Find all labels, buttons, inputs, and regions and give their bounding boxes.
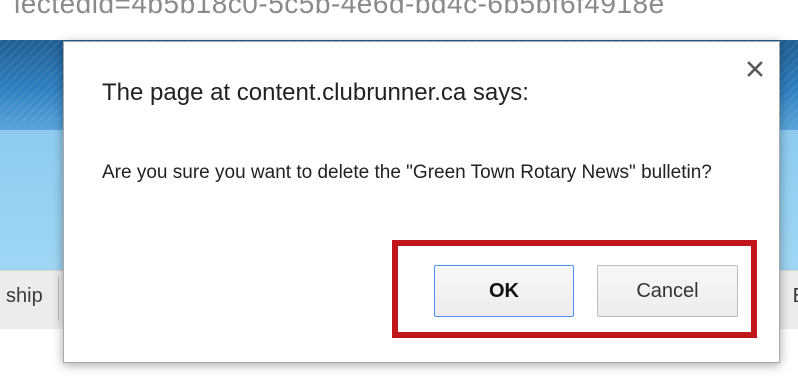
- browser-viewport: lectedid=4b5b18c0-5c5b-4e6d-bd4c-6b5bf6f…: [0, 0, 798, 389]
- ok-button[interactable]: OK: [434, 265, 574, 317]
- confirm-dialog: The page at content.clubrunner.ca says: …: [63, 41, 780, 363]
- dialog-message: Are you sure you want to delete the "Gre…: [102, 162, 712, 183]
- background-url-text: lectedid=4b5b18c0-5c5b-4e6d-bd4c-6b5bf6f…: [14, 0, 665, 19]
- background-url-strip: lectedid=4b5b18c0-5c5b-4e6d-bd4c-6b5bf6f…: [0, 0, 798, 40]
- dialog-title: The page at content.clubrunner.ca says:: [102, 79, 529, 106]
- nav-item-partial-right[interactable]: E: [793, 285, 798, 308]
- nav-item-partial-left[interactable]: ship: [6, 285, 43, 308]
- close-icon[interactable]: [746, 60, 764, 78]
- cancel-button[interactable]: Cancel: [597, 265, 738, 317]
- nav-divider: [58, 277, 59, 321]
